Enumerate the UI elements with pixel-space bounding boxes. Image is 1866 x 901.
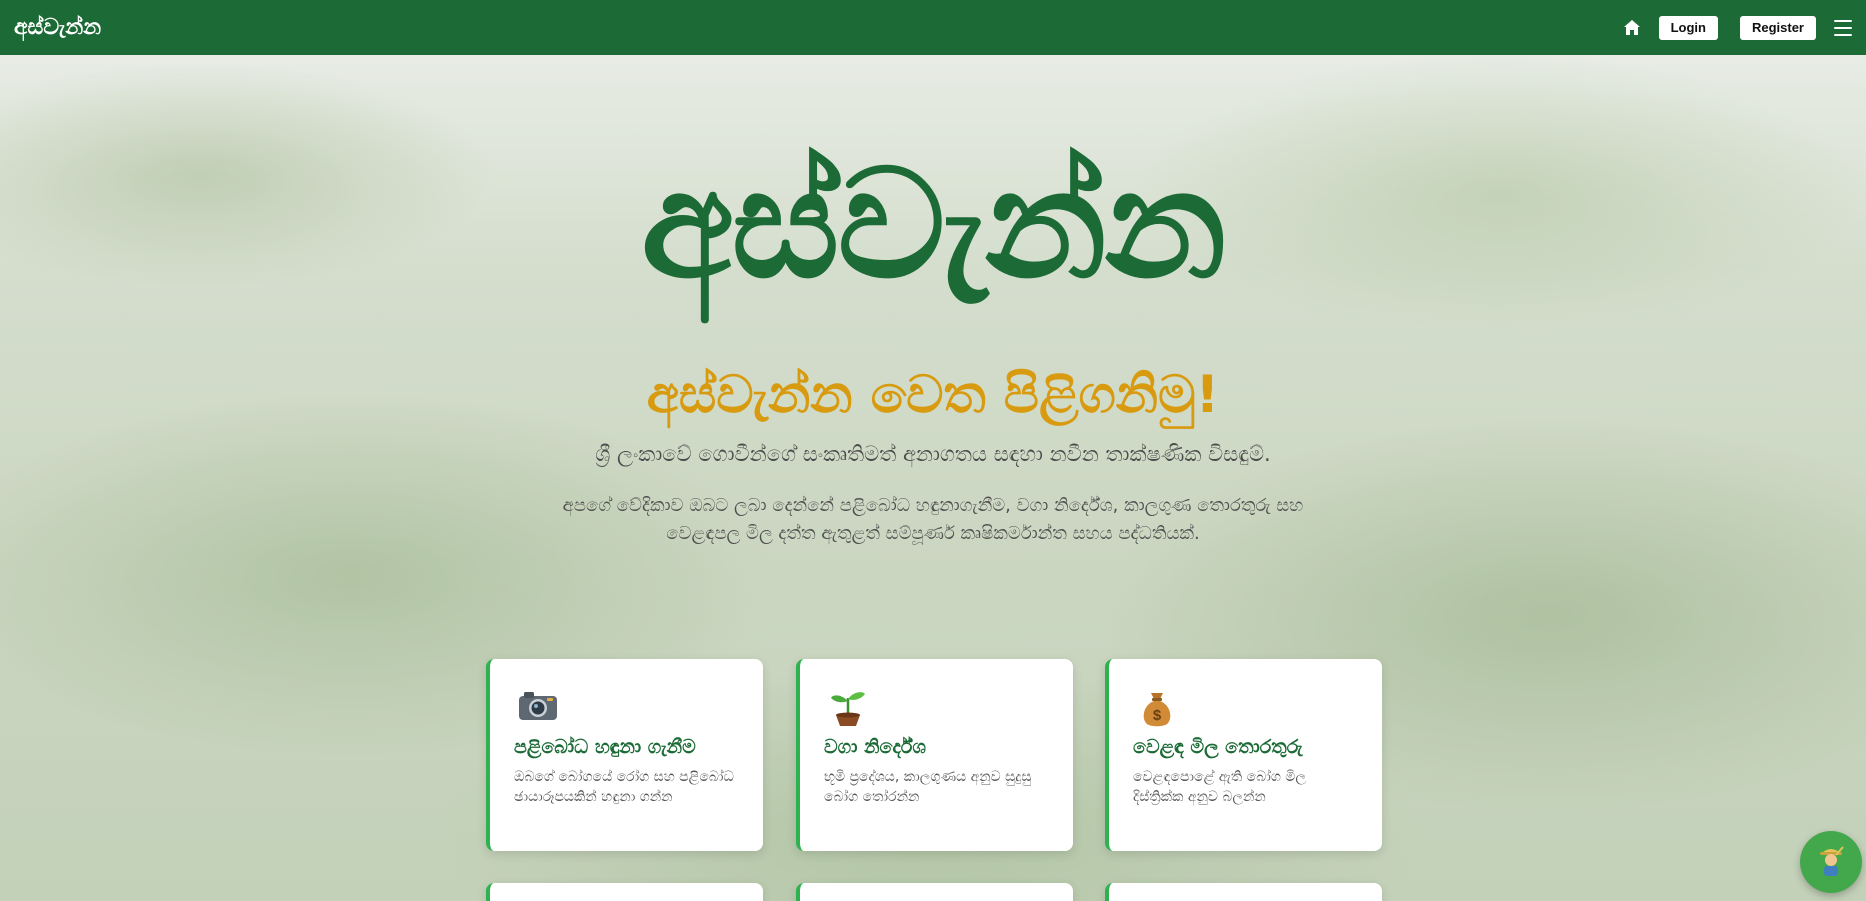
card-description: භූමි ප්‍රදේශය, කාලගුණය අනුව සුදුසු බෝග ත…: [824, 769, 1032, 805]
home-icon[interactable]: [1621, 17, 1643, 39]
navbar: අස්වැන්න Login Register: [0, 0, 1866, 55]
hero-title: අස්වැන්න: [641, 138, 1227, 312]
feature-card-market-prices[interactable]: $ වෙළඳ මිල තොරතුරු වෙළඳපොළේ ඇති බෝග මිල …: [1105, 659, 1382, 851]
chatbot-button[interactable]: [1800, 831, 1862, 893]
farmer-chatbot-icon: [1816, 843, 1846, 881]
feature-card[interactable]: [796, 883, 1073, 901]
svg-text:$: $: [1153, 707, 1162, 724]
card-title: වෙළඳ මිල තොරතුරු: [1133, 736, 1303, 758]
nav-actions: Login Register: [1621, 15, 1852, 40]
feature-card-crop-recommendation[interactable]: වගා නිර්දේශ භූමි ප්‍රදේශය, කාලගුණය අනුව …: [796, 659, 1073, 851]
seedling-icon: [828, 689, 868, 726]
feature-card[interactable]: [1105, 883, 1382, 901]
card-title: පළිබෝධ හඳුනා ගැනීම: [514, 736, 696, 758]
hero-description: අපගේ වේදිකාව ඔබට ලබා දෙන්නේ පළිබෝධ හඳුනා…: [562, 495, 1304, 544]
register-button[interactable]: Register: [1739, 15, 1816, 40]
card-title: වගා නිර්දේශ: [824, 736, 926, 758]
hamburger-menu-icon[interactable]: [1834, 19, 1852, 36]
card-description: වෙළඳපොළේ ඇති බෝග මිල දිස්ත්‍රික්ක අනුව බ…: [1133, 769, 1307, 805]
card-description: ඔබගේ බෝගයේ රෝග සහ පළිබෝධ ඡායාරූපයකින් හඳ…: [514, 769, 734, 805]
feature-card-pest-detection[interactable]: පළිබෝධ හඳුනා ගැනීම ඔබගේ බෝගයේ රෝග සහ පළි…: [486, 659, 763, 851]
money-bag-icon: $: [1137, 689, 1177, 727]
login-button[interactable]: Login: [1658, 15, 1718, 40]
brand-logo[interactable]: අස්වැන්න: [14, 15, 101, 40]
hero-tagline: ශ්‍රී ලංකාවේ ගොවීන්ගේ සංකෘතිමත් අනාගතය ස…: [595, 442, 1271, 466]
feature-card[interactable]: [486, 883, 763, 901]
hero-welcome-heading: අස්වැන්න වෙත පිළිගනිමු!: [646, 365, 1220, 425]
camera-icon: [518, 689, 558, 725]
